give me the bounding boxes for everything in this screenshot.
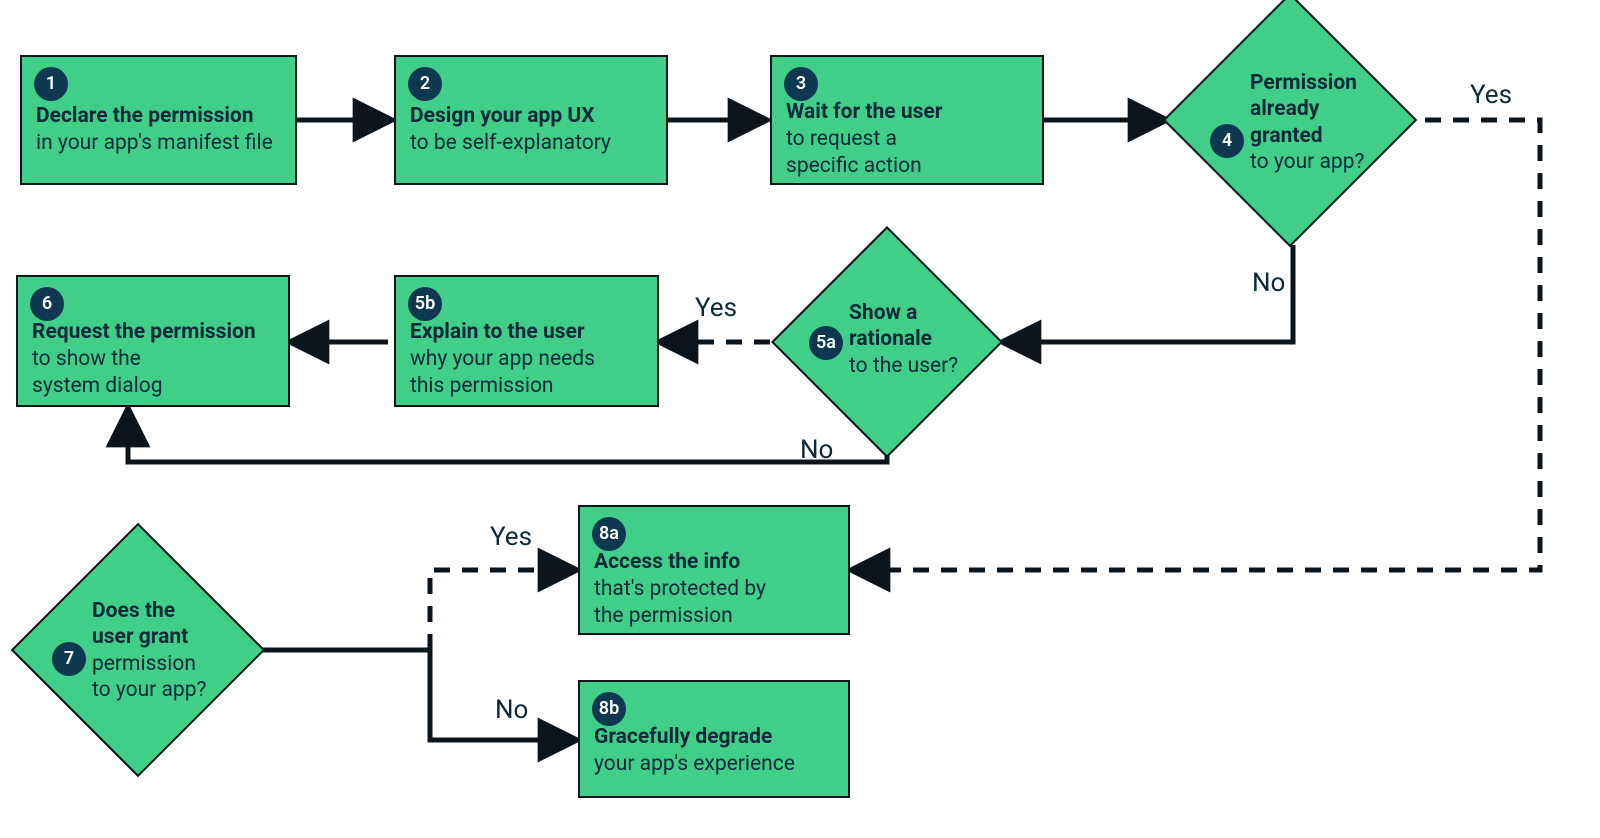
step-6-badge: 6 bbox=[30, 287, 64, 321]
label-4-yes: Yes bbox=[1470, 80, 1512, 110]
decision-4-text: Permission already granted to your app? bbox=[1250, 70, 1390, 175]
step-5b-text: Explain to the user why your app needs t… bbox=[410, 319, 643, 400]
label-5a-no: No bbox=[800, 435, 833, 465]
label-4-no: No bbox=[1252, 268, 1285, 298]
decision-4-badge: 4 bbox=[1210, 124, 1244, 158]
decision-5a-show-rationale: 5a Show a rationale to the user? bbox=[805, 260, 969, 424]
step-3-wait-for-user: 3 Wait for the user to request a specifi… bbox=[770, 55, 1044, 185]
step-1-declare-permission: 1 Declare the permission in your app's m… bbox=[20, 55, 297, 185]
step-5b-explain-to-user: 5b Explain to the user why your app need… bbox=[394, 275, 659, 407]
step-3-badge: 3 bbox=[784, 67, 818, 101]
label-7-no: No bbox=[495, 695, 528, 725]
step-8a-access-info: 8a Access the info that's protected by t… bbox=[578, 505, 850, 635]
edge-7-yes bbox=[262, 570, 573, 650]
step-2-badge: 2 bbox=[408, 67, 442, 101]
step-8b-gracefully-degrade: 8b Gracefully degrade your app's experie… bbox=[578, 680, 850, 798]
label-5a-yes: Yes bbox=[695, 293, 737, 323]
step-8b-badge: 8b bbox=[592, 692, 626, 726]
step-2-design-ux: 2 Design your app UX to be self-explanat… bbox=[394, 55, 668, 185]
step-1-text: Declare the permission in your app's man… bbox=[36, 103, 281, 157]
step-6-request-permission: 6 Request the permission to show the sys… bbox=[16, 275, 290, 407]
step-8a-text: Access the info that's protected by the … bbox=[594, 549, 834, 630]
step-1-badge: 1 bbox=[34, 67, 68, 101]
decision-5a-text: Show a rationale to the user? bbox=[849, 300, 979, 379]
decision-7-text: Does the user grant permission to your a… bbox=[92, 598, 232, 703]
decision-5a-badge: 5a bbox=[809, 326, 843, 360]
decision-4-permission-granted: 4 Permission already granted to your app… bbox=[1200, 30, 1380, 210]
decision-7-badge: 7 bbox=[52, 642, 86, 676]
step-8b-text: Gracefully degrade your app's experience bbox=[594, 724, 834, 778]
edge-5a-no bbox=[128, 412, 887, 462]
step-3-text: Wait for the user to request a specific … bbox=[786, 99, 1028, 180]
flowchart: 1 Declare the permission in your app's m… bbox=[0, 0, 1600, 838]
edge-4-no bbox=[1006, 245, 1293, 342]
step-2-text: Design your app UX to be self-explanator… bbox=[410, 103, 652, 157]
step-8a-badge: 8a bbox=[592, 517, 626, 551]
label-7-yes: Yes bbox=[490, 522, 532, 552]
decision-7-user-grant: 7 Does the user grant permission to your… bbox=[48, 560, 228, 740]
step-5b-badge: 5b bbox=[408, 287, 442, 321]
step-6-text: Request the permission to show the syste… bbox=[32, 319, 274, 400]
